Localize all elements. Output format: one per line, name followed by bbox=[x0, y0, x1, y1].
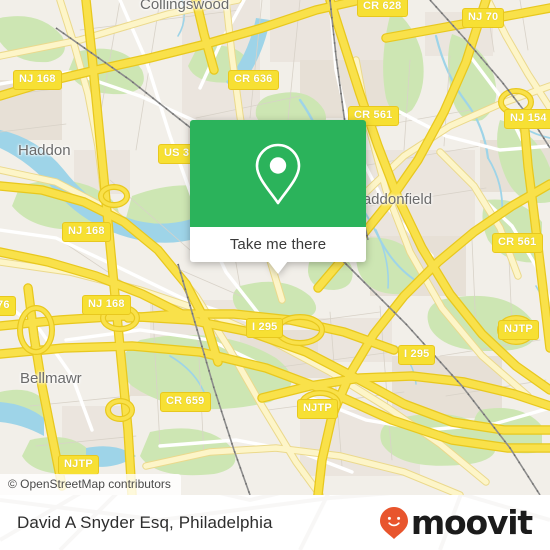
highway-shield: CR 659 bbox=[160, 392, 211, 412]
location-pin-icon bbox=[255, 143, 301, 204]
map-place-label: Collingswood bbox=[140, 0, 230, 13]
popup-action-panel[interactable]: Take me there bbox=[190, 227, 366, 262]
place-title: David A Snyder Esq, Philadelphia bbox=[17, 512, 273, 532]
highway-shield: CR 561 bbox=[492, 233, 543, 253]
osm-attribution[interactable]: © OpenStreetMap contributors bbox=[0, 474, 181, 495]
highway-shield: 76 bbox=[0, 296, 16, 316]
location-popup[interactable]: Take me there bbox=[190, 120, 366, 274]
highway-shield: NJTP bbox=[58, 455, 99, 475]
take-me-there-label: Take me there bbox=[229, 236, 327, 253]
highway-shield: NJ 168 bbox=[82, 295, 131, 315]
moovit-wordmark: moovit bbox=[410, 503, 533, 542]
moovit-logo[interactable]: moovit bbox=[379, 503, 533, 542]
popup-icon-panel bbox=[190, 120, 366, 227]
highway-shield: NJTP bbox=[498, 320, 539, 340]
moovit-smiley-pin-icon bbox=[379, 506, 408, 539]
highway-shield: CR 628 bbox=[357, 0, 408, 17]
highway-shield: NJ 168 bbox=[13, 70, 62, 90]
popup-tail bbox=[268, 261, 288, 274]
highway-shield: I 295 bbox=[246, 318, 284, 338]
highway-shield: NJ 168 bbox=[62, 222, 111, 242]
map-screen: .water { fill:#9ED4E8; } .wline { stroke… bbox=[0, 0, 550, 550]
highway-shield: I 295 bbox=[398, 345, 436, 365]
map-viewport[interactable]: .water { fill:#9ED4E8; } .wline { stroke… bbox=[0, 0, 550, 495]
highway-shield: NJTP bbox=[297, 399, 338, 419]
map-place-label: Bellmawr bbox=[20, 370, 82, 387]
highway-shield: NJ 154 bbox=[504, 109, 550, 129]
map-place-label: Haddon bbox=[18, 142, 71, 159]
highway-shield: NJ 70 bbox=[462, 8, 505, 28]
footer-bar: David A Snyder Esq, Philadelphia moovit bbox=[0, 495, 550, 550]
highway-shield: CR 636 bbox=[228, 70, 279, 90]
